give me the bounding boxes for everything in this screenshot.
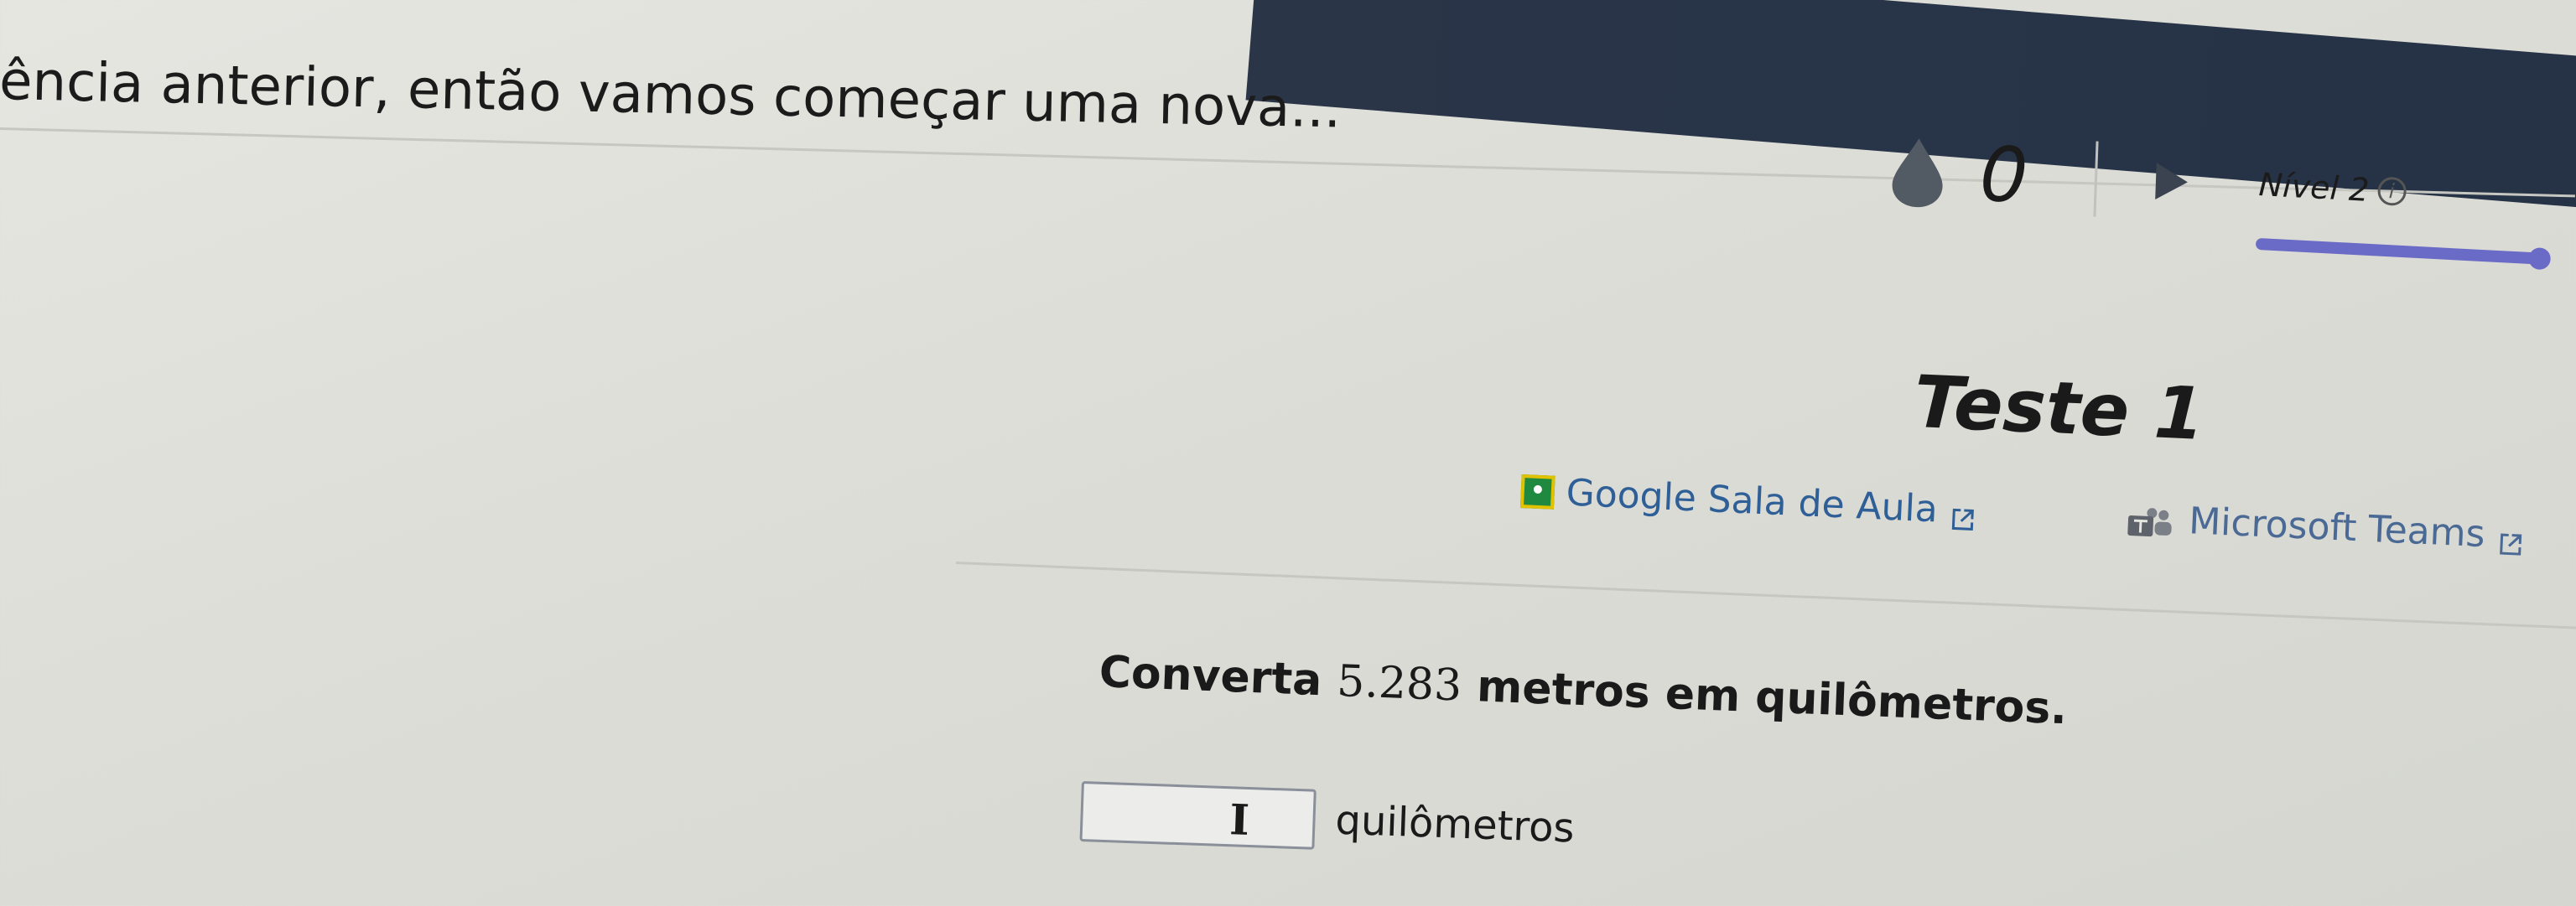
question-suffix: metros em quilômetros. <box>1476 661 2069 735</box>
stats-separator <box>2093 141 2099 217</box>
external-link-icon <box>1950 498 1976 531</box>
info-icon[interactable]: i <box>2376 176 2407 207</box>
question-value: 5.283 <box>1336 655 1463 712</box>
play-icon[interactable] <box>2155 162 2189 200</box>
teams-label: Microsoft Teams <box>2188 500 2486 557</box>
level-indicator: Nível 2 i <box>2255 166 2552 271</box>
google-classroom-link[interactable]: Google Sala de Aula <box>1519 469 1977 533</box>
answer-input-wrapper: I <box>1079 781 1317 850</box>
teams-icon <box>2127 503 2175 536</box>
external-link-icon <box>2498 522 2524 556</box>
test-title: Teste 1 <box>1912 360 2206 458</box>
level-progress-bar <box>2255 237 2552 271</box>
header-message: ência anterior, então vamos começar uma … <box>0 50 1343 141</box>
question-text: Converta 5.283 metros em quilômetros. <box>1098 647 2069 734</box>
level-progress-knob <box>2528 246 2552 271</box>
streak-count: 0 <box>1978 130 2030 220</box>
answer-input[interactable] <box>1079 781 1317 850</box>
microsoft-teams-link[interactable]: Microsoft Teams <box>2126 497 2524 557</box>
level-label: Nível 2 <box>2257 166 2371 209</box>
content-divider <box>955 562 2576 629</box>
answer-row: I quilômetros <box>1079 781 1575 859</box>
classroom-icon <box>1519 474 1555 510</box>
text-cursor-icon: I <box>1228 795 1250 845</box>
classroom-label: Google Sala de Aula <box>1565 471 1939 531</box>
question-prefix: Converta <box>1098 647 1323 707</box>
share-links: Google Sala de Aula Microsoft Teams <box>1519 469 2525 557</box>
unit-label: quilômetros <box>1334 796 1576 852</box>
streak-stats: 0 <box>1888 127 2189 225</box>
drop-icon <box>1888 135 1948 209</box>
